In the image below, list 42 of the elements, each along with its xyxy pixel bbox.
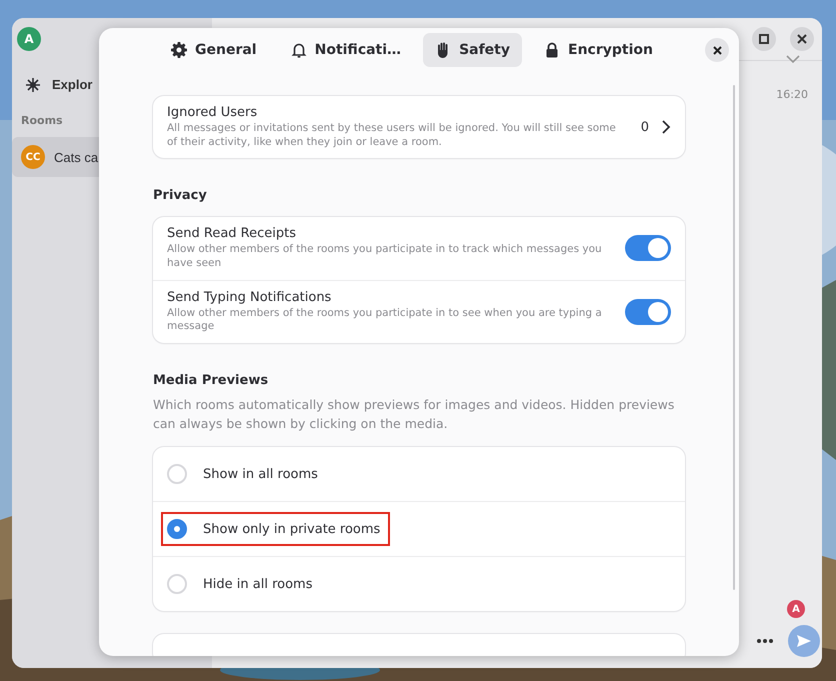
row-subtitle: Allow other members of the rooms you participate in to track which messages you have seen — [167, 243, 603, 271]
settings-tab[interactable]: Safety — [423, 33, 522, 67]
row-title: Send Read Receipts — [167, 226, 297, 242]
radio-button[interactable] — [167, 519, 187, 540]
more-icon[interactable] — [756, 638, 774, 644]
ignored-count: 0 — [640, 120, 649, 135]
option-label[interactable]: Show in all rooms — [203, 466, 318, 482]
ignored-users-card[interactable]: Ignored Users All messages or invitations sent by these users will be ignored. You will still see some of their activity, like when they join or leave a room. 0 — [153, 96, 685, 158]
message-time: 16:20 — [776, 88, 808, 101]
section-heading: Privacy — [153, 188, 208, 204]
section-heading: Rooms — [21, 114, 63, 127]
section-description: Which rooms automatically show previews for images and videos. Hidden previews can always be shown by clicking on the media. — [153, 396, 676, 433]
send-icon — [796, 633, 812, 649]
close-button[interactable] — [705, 38, 729, 62]
chevron-down-icon[interactable] — [786, 54, 800, 64]
row-subtitle: All messages or invitations sent by these users will be ignored. You will still see some of their activity, like when they join or leave a room. — [167, 122, 617, 150]
settings-tab[interactable]: Encryption — [532, 33, 665, 67]
send-button[interactable] — [788, 625, 820, 657]
explore-icon — [26, 78, 40, 92]
explore-item[interactable]: Explor — [52, 77, 92, 92]
row-subtitle: Allow other members of the rooms you participate in to see when you are typing a message — [167, 306, 603, 334]
row-title: Ignored Users — [167, 105, 258, 120]
section-heading: Media Previews — [153, 372, 270, 388]
chevron-right-icon — [661, 120, 671, 134]
close-icon — [712, 46, 722, 54]
read-avatar: A — [787, 600, 805, 618]
settings-tab[interactable]: General — [159, 33, 269, 67]
settings-tab[interactable]: Notificati… — [278, 33, 414, 67]
maximize-icon — [759, 34, 769, 44]
row-title: Send Typing Notifications — [167, 290, 332, 305]
close-button[interactable] — [790, 27, 814, 51]
bell-icon — [290, 42, 307, 58]
room-avatar: CC — [21, 145, 45, 169]
close-icon — [797, 34, 807, 44]
toggle-switch[interactable] — [625, 235, 671, 262]
toggle-switch[interactable] — [625, 298, 671, 325]
lock-icon — [544, 42, 560, 58]
option-label[interactable]: Hide in all rooms — [203, 576, 312, 592]
maximize-button[interactable] — [752, 27, 776, 51]
option-label[interactable]: Show only in private rooms — [203, 522, 380, 537]
room-name: Cats ca — [54, 150, 98, 164]
gear-icon — [171, 42, 187, 58]
